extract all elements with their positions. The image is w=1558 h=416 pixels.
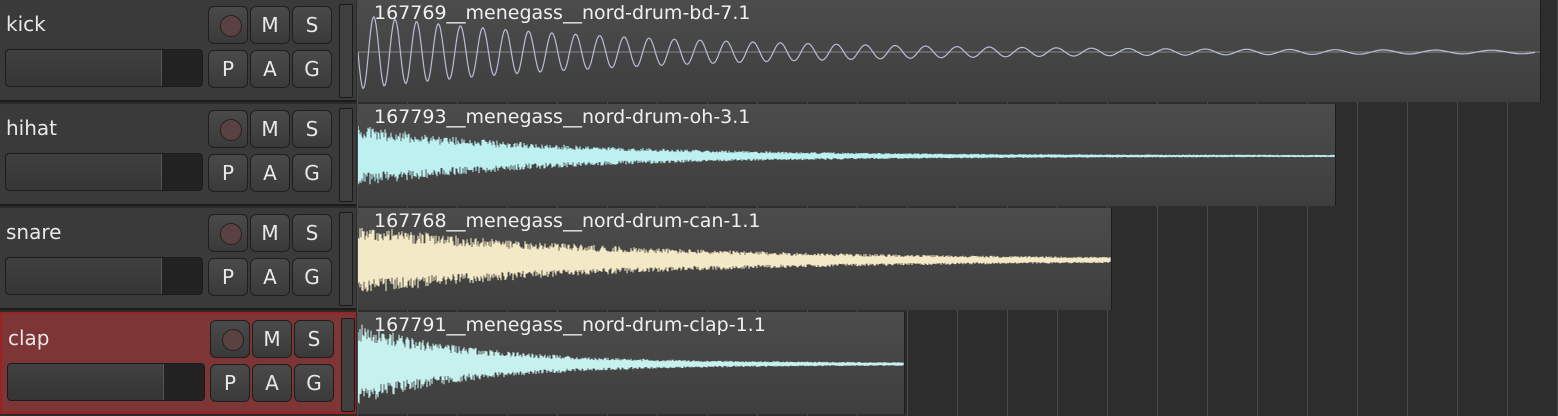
grid-line [1407,208,1408,312]
audio-clip[interactable]: 167769__menegass__nord-drum-bd-7.1 [358,0,1541,102]
grid-line [1257,208,1258,312]
grid-line [1107,312,1108,416]
grid-line [1457,312,1458,416]
track-lane[interactable]: 167793__menegass__nord-drum-oh-3.1 [356,104,1558,208]
audio-clip[interactable]: 167791__menegass__nord-drum-clap-1.1 [358,312,905,414]
solo-button[interactable]: S [292,6,332,44]
group-button[interactable]: G [292,50,332,88]
volume-fader[interactable] [7,363,205,401]
record-arm-button[interactable] [210,320,250,358]
record-icon [220,223,242,245]
grid-line [1507,312,1508,416]
track-lane[interactable]: 167768__menegass__nord-drum-can-1.1 [356,208,1558,312]
fader-handle[interactable] [161,154,202,190]
track-scrollbar[interactable] [339,108,353,202]
automation-button[interactable]: A [250,258,290,296]
plugins-button[interactable]: P [210,364,250,402]
grid-line [1307,312,1308,416]
group-button[interactable]: G [294,364,334,402]
grid-line [1457,104,1458,208]
clip-name: 167791__menegass__nord-drum-clap-1.1 [374,314,766,336]
track-scrollbar[interactable] [339,4,353,98]
grid-line [1007,312,1008,416]
grid-line [1507,208,1508,312]
grid-line [1157,312,1158,416]
fader-handle[interactable] [161,50,202,86]
track-kick: kick M S P A G 167769__menegass__nord-dr… [0,0,1558,104]
audio-clip[interactable]: 167768__menegass__nord-drum-can-1.1 [358,208,1112,310]
grid-line [1207,208,1208,312]
grid-line [1457,208,1458,312]
grid-line [1057,312,1058,416]
grid-line [1507,104,1508,208]
mute-button[interactable]: M [250,6,290,44]
volume-fader[interactable] [5,49,203,87]
solo-button[interactable]: S [292,214,332,252]
automation-button[interactable]: A [250,154,290,192]
clip-name: 167793__menegass__nord-drum-oh-3.1 [374,106,751,128]
volume-fader[interactable] [5,257,203,295]
track-name[interactable]: kick [6,12,46,36]
plugins-button[interactable]: P [208,154,248,192]
grid-line [1207,312,1208,416]
record-arm-button[interactable] [208,214,248,252]
mute-button[interactable]: M [250,214,290,252]
track-header[interactable]: snare M S P A G [0,208,356,310]
plugins-button[interactable]: P [208,50,248,88]
track-header[interactable]: kick M S P A G [0,0,356,102]
grid-line [1357,104,1358,208]
track-header[interactable]: clap M S P A G [0,312,356,414]
track-scrollbar[interactable] [341,318,355,412]
track-hihat: hihat M S P A G 167793__menegass__nord-d… [0,104,1558,208]
solo-button[interactable]: S [294,320,334,358]
grid-line [907,312,908,416]
grid-line [957,312,958,416]
fader-handle[interactable] [161,258,202,294]
record-arm-button[interactable] [208,6,248,44]
clip-name: 167768__menegass__nord-drum-can-1.1 [374,210,761,232]
track-header[interactable]: hihat M S P A G [0,104,356,206]
track-name[interactable]: clap [8,326,50,350]
group-button[interactable]: G [292,258,332,296]
plugins-button[interactable]: P [208,258,248,296]
solo-button[interactable]: S [292,110,332,148]
record-icon [220,15,242,37]
grid-line [1407,104,1408,208]
track-clap: clap M S P A G 167791__menegass__nord-dr… [0,312,1558,416]
record-icon [220,119,242,141]
grid-line [1307,208,1308,312]
record-arm-button[interactable] [208,110,248,148]
volume-fader[interactable] [5,153,203,191]
grid-line [1157,208,1158,312]
clip-name: 167769__menegass__nord-drum-bd-7.1 [374,2,751,24]
grid-line [1257,312,1258,416]
track-scrollbar[interactable] [339,212,353,306]
track-name[interactable]: hihat [6,116,57,140]
fader-handle[interactable] [163,364,204,400]
grid-line [1357,208,1358,312]
mute-button[interactable]: M [252,320,292,358]
group-button[interactable]: G [292,154,332,192]
track-lane[interactable]: 167769__menegass__nord-drum-bd-7.1 [356,0,1558,104]
record-icon [222,329,244,351]
audio-clip[interactable]: 167793__menegass__nord-drum-oh-3.1 [358,104,1336,206]
mute-button[interactable]: M [250,110,290,148]
track-name[interactable]: snare [6,220,61,244]
track-lane[interactable]: 167791__menegass__nord-drum-clap-1.1 [356,312,1558,416]
automation-button[interactable]: A [252,364,292,402]
track-snare: snare M S P A G 167768__menegass__nord-d… [0,208,1558,312]
automation-button[interactable]: A [250,50,290,88]
grid-line [1357,312,1358,416]
grid-line [1407,312,1408,416]
